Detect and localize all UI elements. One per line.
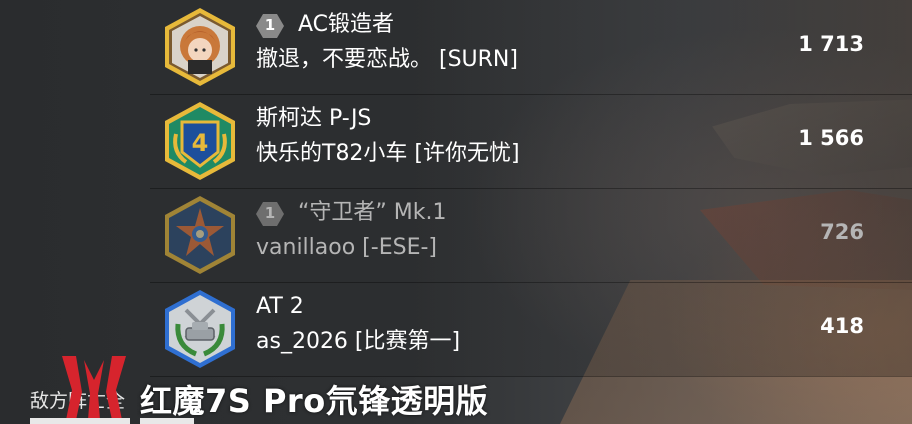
vehicle-name: 斯柯达 P-JS — [256, 106, 372, 131]
player-score: 726 — [820, 220, 864, 244]
rank-badge: 1 — [255, 201, 285, 227]
player-name: as_2026 [比赛第一] — [256, 329, 461, 354]
star-medal-icon — [162, 194, 238, 276]
player-name: 快乐的T82小车 [许你无忧] — [256, 141, 520, 166]
rank-badge: 1 — [255, 13, 285, 39]
player-name: 撤退，不要恋战。 [SURN] — [256, 47, 518, 72]
footer-tab-indicator — [30, 418, 130, 424]
red-magic-logo-icon — [54, 350, 134, 424]
rank-4-emblem-icon: 4 — [162, 100, 238, 182]
player-row[interactable]: 1 AC锻造者 撤退，不要恋战。 [SURN] 1 713 — [150, 0, 912, 95]
vehicle-name: AC锻造者 — [298, 12, 395, 37]
player-row[interactable]: 4 斯柯达 P-JS 快乐的T82小车 [许你无忧] 1 566 — [150, 94, 912, 189]
player-score: 1 566 — [798, 126, 864, 150]
vehicle-name: “守卫者” Mk.1 — [298, 200, 447, 225]
player-score: 418 — [820, 314, 864, 338]
vehicle-name: AT 2 — [256, 294, 304, 319]
player-score: 1 713 — [798, 32, 864, 56]
footer-tab-indicator — [140, 418, 194, 424]
player-row[interactable]: AT 2 as_2026 [比赛第一] 418 — [150, 282, 912, 377]
player-name: vanillaoo [-ESE-] — [256, 235, 437, 260]
player-row-destroyed[interactable]: 1 “守卫者” Mk.1 vanillaoo [-ESE-] 726 — [150, 188, 912, 283]
anime-avatar-icon — [162, 6, 238, 88]
device-watermark: 红魔7S Pro氘锋透明版 — [140, 382, 489, 420]
svg-text:4: 4 — [192, 129, 209, 157]
tank-wreath-icon — [162, 288, 238, 370]
